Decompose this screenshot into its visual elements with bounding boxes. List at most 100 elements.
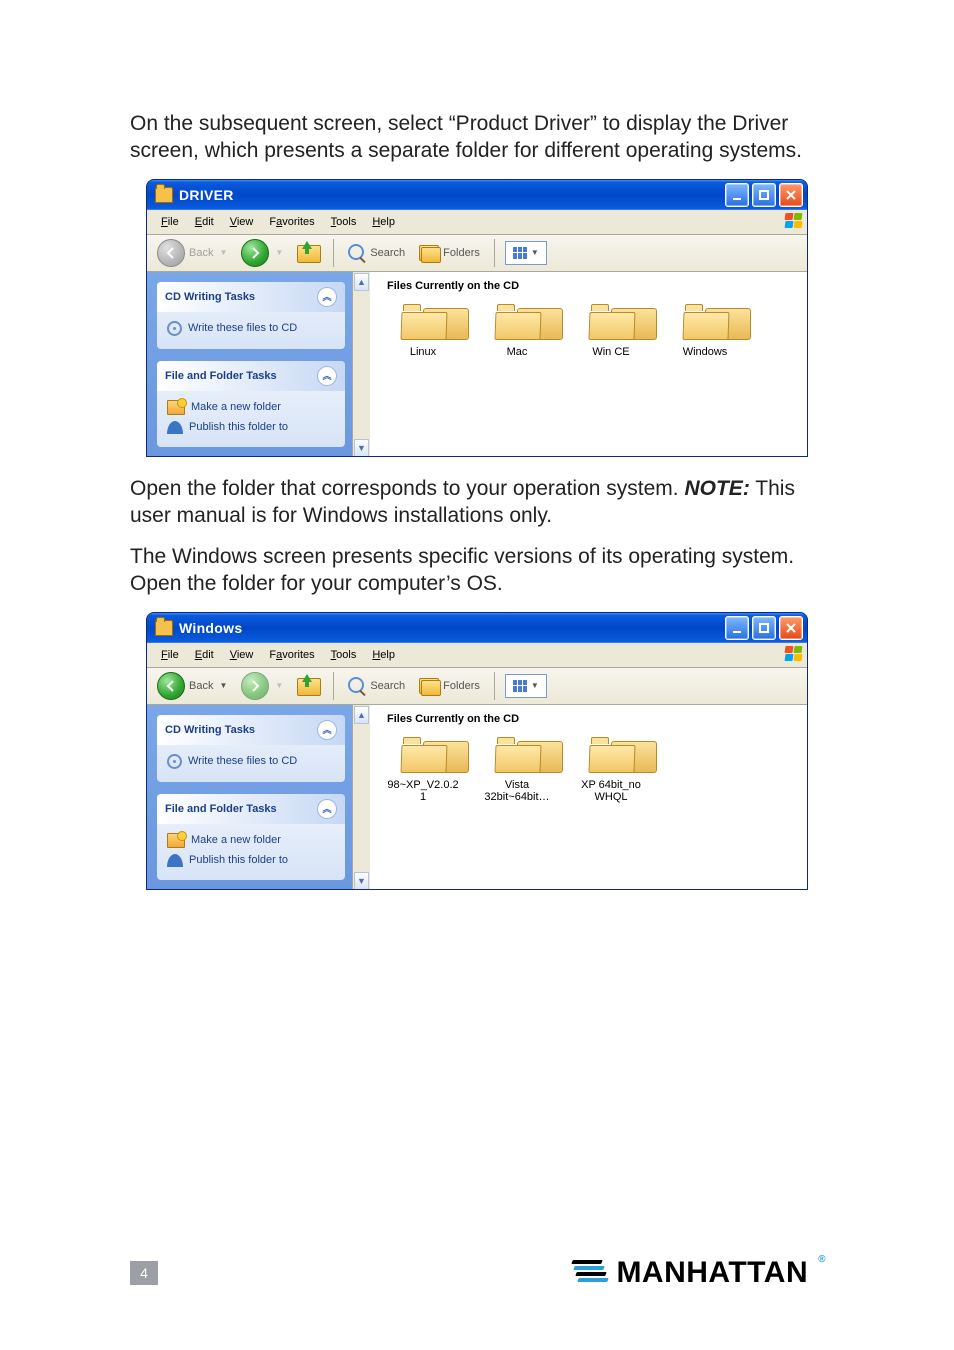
folder-icon — [589, 739, 633, 773]
close-button[interactable] — [779, 616, 803, 640]
scrollbar[interactable]: ▲ ▼ — [352, 705, 370, 890]
menu-view[interactable]: View — [222, 213, 262, 231]
folder-item[interactable]: Win CE — [575, 306, 647, 359]
menu-view[interactable]: View — [222, 646, 262, 664]
forward-arrow-icon — [241, 672, 269, 700]
cd-icon — [167, 321, 182, 336]
task-pane: CD Writing Tasks ︽ Write these files to … — [147, 705, 369, 890]
search-label: Search — [370, 680, 405, 692]
menu-tools[interactable]: Tools — [323, 213, 365, 231]
minimize-button[interactable] — [725, 183, 749, 207]
menu-file[interactable]: File — [153, 213, 187, 231]
folder-icon — [683, 306, 727, 340]
search-button[interactable]: Search — [344, 675, 409, 697]
scrollbar[interactable]: ▲ ▼ — [352, 272, 370, 457]
ff-tasks-header[interactable]: File and Folder Tasks ︽ — [157, 361, 345, 391]
chevron-down-icon: ▼ — [219, 248, 227, 257]
chevron-down-icon: ▼ — [531, 681, 539, 690]
back-arrow-icon — [157, 672, 185, 700]
toolbar: Back ▼ ▼ Search Folders ▼ — [147, 235, 807, 272]
publish-folder-link[interactable]: Publish this folder to — [167, 418, 335, 437]
folder-item[interactable]: Linux — [387, 306, 459, 359]
folder-item[interactable]: 98~XP_V2.0.2 1 — [387, 739, 459, 804]
scroll-down-icon[interactable]: ▼ — [354, 439, 369, 457]
write-files-to-cd-link[interactable]: Write these files to CD — [167, 318, 335, 339]
views-button[interactable]: ▼ — [505, 241, 547, 265]
link-label: Write these files to CD — [188, 755, 297, 767]
folders-button[interactable]: Folders — [415, 243, 484, 263]
menu-edit[interactable]: Edit — [187, 213, 222, 231]
cd-tasks-header[interactable]: CD Writing Tasks ︽ — [157, 715, 345, 745]
brand-logo: MANHATTAN® — [572, 1256, 824, 1290]
back-arrow-icon — [157, 239, 185, 267]
brand-mark-icon — [572, 1260, 608, 1286]
write-files-to-cd-link[interactable]: Write these files to CD — [167, 751, 335, 772]
menu-favorites[interactable]: Favorites — [261, 213, 322, 231]
minimize-button[interactable] — [725, 616, 749, 640]
folder-grid-2: 98~XP_V2.0.2 1 Vista 32bit~64bit… XP 64bit… — [381, 739, 795, 804]
titlebar[interactable]: Windows — [147, 613, 807, 643]
page-footer: 4 MANHATTAN® — [130, 1256, 824, 1290]
paragraph-2: Open the folder that corresponds to your… — [130, 475, 824, 530]
folder-icon — [155, 620, 173, 636]
folders-label: Folders — [443, 680, 480, 692]
views-button[interactable]: ▼ — [505, 674, 547, 698]
folder-item[interactable]: Vista 32bit~64bit… — [481, 739, 553, 804]
menu-tools[interactable]: Tools — [323, 646, 365, 664]
cd-writing-tasks-panel: CD Writing Tasks ︽ Write these files to … — [157, 282, 345, 349]
menu-edit[interactable]: Edit — [187, 646, 222, 664]
back-button[interactable]: Back ▼ — [153, 237, 231, 269]
close-button[interactable] — [779, 183, 803, 207]
windows-logo-icon — [783, 212, 803, 230]
forward-button[interactable]: ▼ — [237, 237, 287, 269]
new-folder-icon — [167, 833, 185, 848]
menu-help[interactable]: Help — [364, 646, 403, 664]
folders-button[interactable]: Folders — [415, 676, 484, 696]
up-folder-icon — [297, 243, 319, 263]
search-icon — [348, 677, 366, 695]
forward-arrow-icon — [241, 239, 269, 267]
folder-item[interactable]: Mac — [481, 306, 553, 359]
cd-icon — [167, 754, 182, 769]
files-header: Files Currently on the CD — [387, 713, 795, 725]
ff-tasks-title: File and Folder Tasks — [165, 803, 277, 815]
folder-grid-1: Linux Mac Win CE Windows — [381, 306, 795, 359]
search-label: Search — [370, 247, 405, 259]
titlebar[interactable]: DRIVER — [147, 180, 807, 210]
collapse-icon[interactable]: ︽ — [317, 366, 337, 386]
windows-logo-icon — [783, 645, 803, 663]
search-button[interactable]: Search — [344, 242, 409, 264]
collapse-icon[interactable]: ︽ — [317, 720, 337, 740]
paragraph-1: On the subsequent screen, select “Produc… — [130, 110, 824, 165]
make-new-folder-link[interactable]: Make a new folder — [167, 397, 335, 418]
make-new-folder-link[interactable]: Make a new folder — [167, 830, 335, 851]
maximize-button[interactable] — [752, 616, 776, 640]
cd-tasks-title: CD Writing Tasks — [165, 724, 255, 736]
publish-folder-link[interactable]: Publish this folder to — [167, 851, 335, 870]
link-label: Make a new folder — [191, 834, 281, 846]
folder-item[interactable]: XP 64bit_no WHQL — [575, 739, 647, 804]
menu-file[interactable]: File — [153, 646, 187, 664]
up-button[interactable] — [293, 674, 323, 698]
scroll-up-icon[interactable]: ▲ — [354, 273, 369, 291]
back-button[interactable]: Back ▼ — [153, 670, 231, 702]
cd-tasks-title: CD Writing Tasks — [165, 291, 255, 303]
window-title: Windows — [179, 620, 725, 636]
paragraph-3: The Windows screen presents specific ver… — [130, 543, 824, 598]
up-button[interactable] — [293, 241, 323, 265]
ff-tasks-header[interactable]: File and Folder Tasks ︽ — [157, 794, 345, 824]
maximize-button[interactable] — [752, 183, 776, 207]
folder-item[interactable]: Windows — [669, 306, 741, 359]
folder-label: Windows — [669, 346, 741, 359]
views-icon — [513, 680, 527, 692]
menu-help[interactable]: Help — [364, 213, 403, 231]
cd-tasks-header[interactable]: CD Writing Tasks ︽ — [157, 282, 345, 312]
collapse-icon[interactable]: ︽ — [317, 287, 337, 307]
views-icon — [513, 247, 527, 259]
chevron-down-icon: ▼ — [219, 681, 227, 690]
scroll-down-icon[interactable]: ▼ — [354, 872, 369, 890]
forward-button[interactable]: ▼ — [237, 670, 287, 702]
menu-favorites[interactable]: Favorites — [261, 646, 322, 664]
collapse-icon[interactable]: ︽ — [317, 799, 337, 819]
scroll-up-icon[interactable]: ▲ — [354, 706, 369, 724]
